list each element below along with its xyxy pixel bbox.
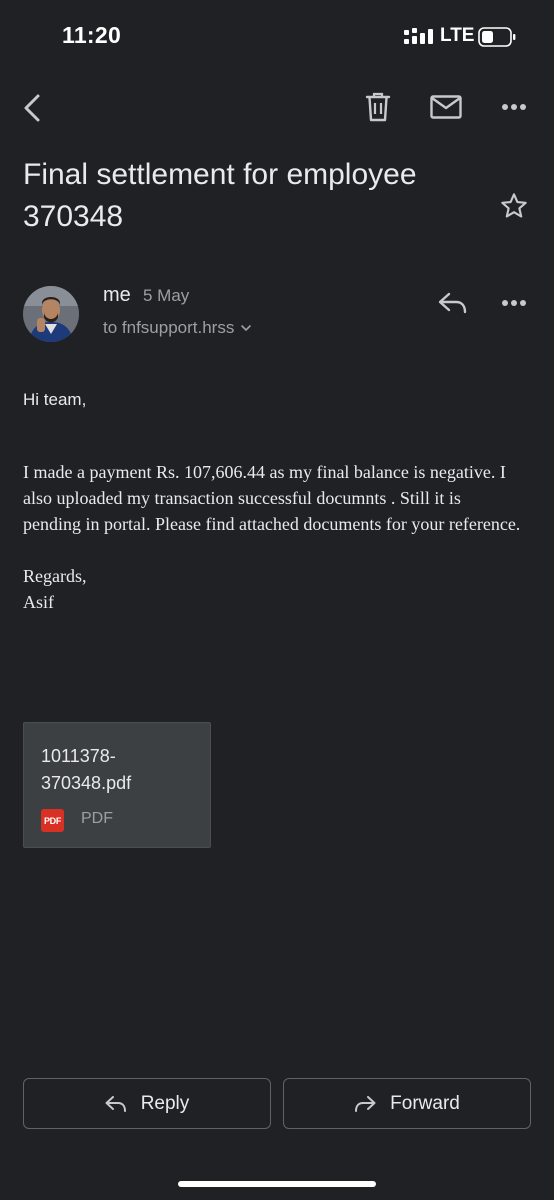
message-more-button[interactable] <box>496 288 532 318</box>
sender-name: me <box>103 284 131 306</box>
trash-icon <box>365 92 391 122</box>
mail-icon <box>430 95 462 119</box>
email-signature: Asif <box>23 592 54 612</box>
recipient-details-toggle[interactable]: to fnfsupport.hrss <box>103 318 252 338</box>
home-indicator[interactable] <box>178 1181 376 1187</box>
email-closing: Regards, <box>23 566 87 586</box>
star-button[interactable] <box>496 188 532 224</box>
back-button[interactable] <box>14 88 50 128</box>
email-body: I made a payment Rs. 107,606.44 as my fi… <box>23 459 523 615</box>
sender-avatar[interactable] <box>23 286 79 342</box>
forward-label: Forward <box>390 1092 460 1114</box>
forward-icon <box>355 1095 376 1112</box>
cellular-signal-icon <box>404 28 433 44</box>
network-type: LTE <box>440 25 475 46</box>
reply-icon <box>438 292 467 314</box>
back-arrow-icon <box>24 94 40 122</box>
more-horiz-icon <box>502 104 526 110</box>
forward-button[interactable]: Forward <box>283 1078 531 1129</box>
status-time: 11:20 <box>62 22 122 48</box>
more-options-button[interactable] <box>496 92 532 122</box>
mark-unread-button[interactable] <box>427 88 465 126</box>
email-paragraph: I made a payment Rs. 107,606.44 as my fi… <box>23 462 521 534</box>
battery-icon <box>478 27 516 47</box>
reply-button-top[interactable] <box>434 286 472 320</box>
avatar-photo-icon <box>23 286 79 342</box>
pdf-icon: PDF <box>41 809 64 832</box>
reply-label: Reply <box>140 1092 190 1114</box>
email-date: 5 May <box>143 286 190 305</box>
star-outline-icon <box>501 193 527 218</box>
attachment-type: PDF <box>81 810 113 827</box>
chevron-down-icon <box>241 325 252 332</box>
email-greeting: Hi team, <box>23 390 87 409</box>
delete-button[interactable] <box>360 88 396 126</box>
reply-icon <box>105 1095 126 1112</box>
attachment-filename: 1011378-370348.pdf <box>41 746 132 793</box>
recipient-text: to fnfsupport.hrss <box>103 318 235 337</box>
reply-button[interactable]: Reply <box>23 1078 271 1129</box>
email-subject: Final settlement for employee 370348 <box>23 158 417 233</box>
more-horiz-icon <box>502 300 526 306</box>
attachment-card[interactable]: 1011378-370348.pdf PDF PDF <box>23 722 211 848</box>
